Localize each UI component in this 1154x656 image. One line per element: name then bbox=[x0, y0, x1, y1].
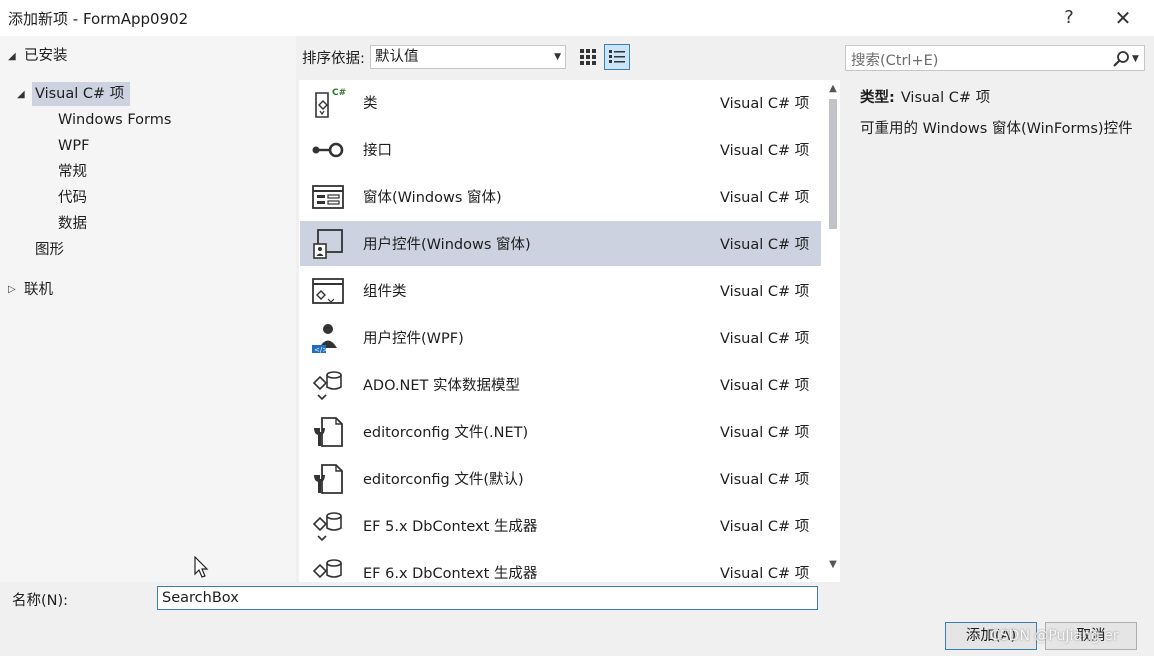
mouse-cursor-icon bbox=[194, 556, 209, 578]
type-label: 类型: bbox=[860, 90, 895, 106]
item-lang: Visual C# 项 bbox=[720, 425, 810, 441]
item-name: 类 bbox=[363, 96, 378, 112]
svg-text:</>: </> bbox=[314, 346, 328, 354]
list-item[interactable]: 接口 Visual C# 项 bbox=[300, 127, 821, 172]
config-file-icon bbox=[314, 417, 343, 447]
list-item[interactable]: 用户控件(Windows 窗体) Visual C# 项 bbox=[300, 221, 821, 266]
entity-model-icon bbox=[312, 371, 342, 401]
item-name: 接口 bbox=[363, 143, 392, 159]
search-input[interactable]: 搜索(Ctrl+E) ▼ bbox=[845, 45, 1145, 71]
item-lang: Visual C# 项 bbox=[720, 519, 810, 535]
item-name: 组件类 bbox=[363, 284, 407, 300]
list-item[interactable]: 窗体(Windows 窗体) Visual C# 项 bbox=[300, 174, 821, 219]
item-name: 窗体(Windows 窗体) bbox=[363, 190, 502, 206]
list-item[interactable]: editorconfig 文件(.NET) Visual C# 项 bbox=[300, 409, 821, 454]
ef-generator-icon bbox=[312, 512, 342, 542]
close-button[interactable]: ✕ bbox=[1109, 4, 1137, 32]
sort-select[interactable]: 默认值 ▼ bbox=[370, 45, 566, 69]
config-file-icon bbox=[314, 464, 343, 494]
title-bar: 添加新项 - FormApp0902 ? ✕ bbox=[0, 0, 1154, 36]
item-name: EF 5.x DbContext 生成器 bbox=[363, 519, 538, 535]
expanded-arrow-icon[interactable]: ◢ bbox=[8, 51, 16, 62]
tree-node-installed[interactable]: 已安装 bbox=[24, 44, 68, 68]
tree-node-data[interactable]: 数据 bbox=[58, 212, 87, 236]
item-name: EF 6.x DbContext 生成器 bbox=[363, 566, 538, 582]
class-icon: C# bbox=[315, 88, 346, 118]
item-name: ADO.NET 实体数据模型 bbox=[363, 378, 520, 394]
list-item[interactable]: editorconfig 文件(默认) Visual C# 项 bbox=[300, 456, 821, 501]
item-type-info: 类型: Visual C# 项 bbox=[860, 86, 990, 107]
grid-view-button[interactable] bbox=[575, 44, 601, 70]
list-item[interactable]: 组件类 Visual C# 项 bbox=[300, 268, 821, 313]
search-icon[interactable] bbox=[1112, 50, 1130, 68]
list-item[interactable]: C# 类 Visual C# 项 bbox=[300, 80, 821, 125]
tree-node-general[interactable]: 常规 bbox=[58, 160, 87, 184]
sort-label: 排序依据: bbox=[302, 51, 365, 67]
list-item[interactable]: EF 6.x DbContext 生成器 Visual C# 项 bbox=[300, 550, 821, 582]
item-lang: Visual C# 项 bbox=[720, 566, 810, 582]
tree-node-windows-forms[interactable]: Windows Forms bbox=[58, 108, 171, 132]
help-button[interactable]: ? bbox=[1055, 4, 1083, 32]
expanded-arrow-icon[interactable]: ◢ bbox=[17, 89, 25, 100]
item-name: 用户控件(WPF) bbox=[363, 331, 464, 347]
list-item[interactable]: </> 用户控件(WPF) Visual C# 项 bbox=[300, 315, 821, 360]
wpf-user-control-icon: </> bbox=[312, 324, 337, 354]
name-label: 名称(N): bbox=[12, 593, 69, 609]
item-lang: Visual C# 项 bbox=[720, 190, 810, 206]
watermark: CSDN @PuJiang.er bbox=[990, 628, 1119, 644]
tree-node-online[interactable]: 联机 bbox=[24, 278, 53, 302]
item-lang: Visual C# 项 bbox=[720, 472, 810, 488]
item-lang: Visual C# 项 bbox=[720, 378, 810, 394]
list-item[interactable]: ADO.NET 实体数据模型 Visual C# 项 bbox=[300, 362, 821, 407]
sort-selected-value: 默认值 bbox=[375, 49, 419, 65]
tree-node-graphics[interactable]: 图形 bbox=[35, 238, 64, 262]
scroll-down-arrow-icon[interactable]: ▼ bbox=[827, 559, 839, 571]
tree-node-visual-csharp[interactable]: Visual C# 项 bbox=[32, 82, 131, 106]
name-input[interactable] bbox=[157, 586, 818, 610]
grid-view-icon bbox=[580, 49, 596, 65]
item-name: 用户控件(Windows 窗体) bbox=[363, 237, 531, 253]
list-scrollbar[interactable]: ▲ ▼ bbox=[825, 83, 840, 577]
item-lang: Visual C# 项 bbox=[720, 96, 810, 112]
scroll-up-arrow-icon[interactable]: ▲ bbox=[827, 83, 839, 95]
ef-generator-icon bbox=[312, 559, 342, 579]
item-lang: Visual C# 项 bbox=[720, 284, 810, 300]
tree-node-wpf[interactable]: WPF bbox=[58, 134, 89, 158]
form-icon bbox=[312, 185, 344, 209]
item-lang: Visual C# 项 bbox=[720, 331, 810, 347]
item-name: editorconfig 文件(默认) bbox=[363, 472, 524, 488]
item-name: editorconfig 文件(.NET) bbox=[363, 425, 529, 441]
svg-text:C#: C# bbox=[332, 88, 346, 98]
list-view-icon bbox=[609, 50, 625, 63]
item-description: 可重用的 Windows 窗体(WinForms)控件 bbox=[860, 121, 1133, 137]
interface-icon bbox=[312, 142, 344, 158]
category-tree: ◢ 已安装 ◢ Visual C# 项 Windows Forms WPF 常规… bbox=[0, 36, 296, 582]
item-lang: Visual C# 项 bbox=[720, 143, 810, 159]
list-view-button[interactable] bbox=[604, 44, 630, 70]
collapsed-arrow-icon[interactable]: ▷ bbox=[8, 284, 16, 295]
chevron-down-icon: ▼ bbox=[554, 52, 561, 62]
template-list: C# 类 Visual C# 项 接口 Visual C# 项 窗体(Windo… bbox=[299, 80, 840, 582]
component-icon bbox=[312, 278, 344, 304]
list-item[interactable]: EF 5.x DbContext 生成器 Visual C# 项 bbox=[300, 503, 821, 548]
window-title: 添加新项 - FormApp0902 bbox=[8, 10, 189, 28]
user-control-icon bbox=[313, 229, 343, 259]
scroll-thumb[interactable] bbox=[829, 99, 837, 229]
type-value: Visual C# 项 bbox=[900, 90, 991, 106]
tree-node-code[interactable]: 代码 bbox=[58, 186, 87, 210]
chevron-down-icon[interactable]: ▼ bbox=[1132, 50, 1139, 68]
item-lang: Visual C# 项 bbox=[720, 237, 810, 253]
search-placeholder: 搜索(Ctrl+E) bbox=[851, 53, 939, 69]
